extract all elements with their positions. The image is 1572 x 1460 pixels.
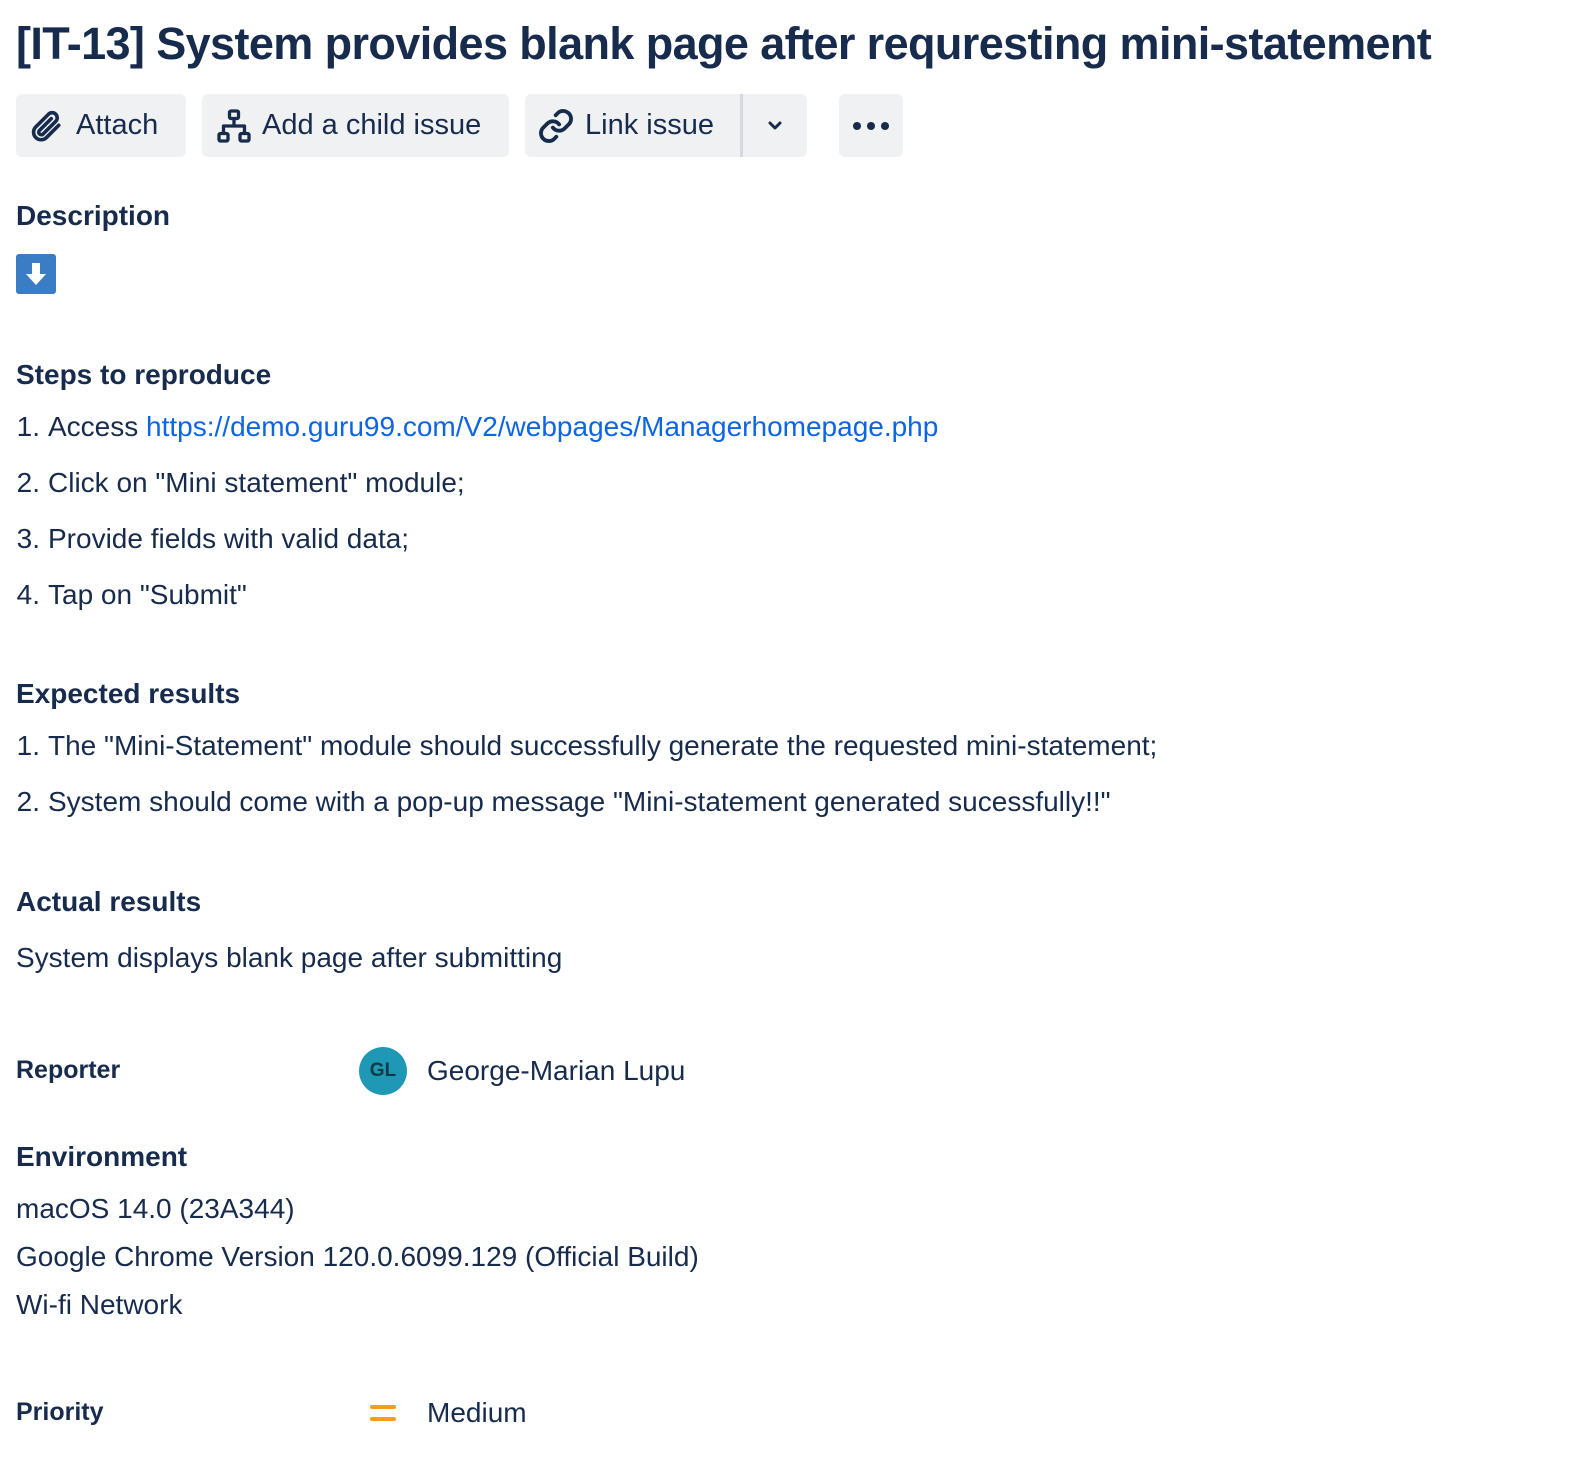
priority-value[interactable]: Medium bbox=[427, 1395, 527, 1431]
list-item-text: The "Mini-Statement" module should succe… bbox=[48, 730, 1158, 761]
list-item-text: System should come with a pop-up message… bbox=[48, 786, 1111, 817]
link-issue-dropdown-button[interactable] bbox=[743, 94, 807, 157]
list-number: 1. bbox=[16, 411, 40, 442]
list-number: 3. bbox=[16, 523, 40, 554]
list-number: 1. bbox=[16, 730, 40, 761]
more-icon bbox=[851, 120, 891, 132]
actual-results-heading: Actual results bbox=[16, 886, 202, 917]
chevron-down-icon bbox=[765, 119, 785, 133]
list-item-text: Tap on "Submit" bbox=[48, 579, 247, 610]
environment-line: macOS 14.0 (23A344) bbox=[16, 1193, 295, 1224]
add-child-issue-label: Add a child issue bbox=[262, 109, 482, 141]
steps-heading: Steps to reproduce bbox=[16, 359, 272, 390]
environment-line: Google Chrome Version 120.0.6099.129 (Of… bbox=[16, 1241, 699, 1272]
hierarchy-icon bbox=[216, 107, 252, 145]
list-number: 2. bbox=[16, 467, 40, 498]
actual-results-text: System displays blank page after submitt… bbox=[16, 942, 563, 973]
attach-button[interactable]: Attach bbox=[16, 94, 186, 157]
list-item-text: Provide fields with valid data; bbox=[48, 523, 410, 554]
more-actions-button[interactable] bbox=[839, 94, 903, 157]
description-label: Description bbox=[16, 200, 171, 231]
environment-line: Wi-fi Network bbox=[16, 1289, 183, 1320]
list-number: 4. bbox=[16, 579, 40, 610]
expected-results-heading: Expected results bbox=[16, 678, 241, 709]
link-issue-button[interactable]: Link issue bbox=[525, 94, 741, 157]
paperclip-icon bbox=[28, 107, 64, 145]
manager-homepage-link[interactable]: https://demo.guru99.com/V2/webpages/Mana… bbox=[146, 411, 938, 442]
list-number: 2. bbox=[16, 786, 40, 817]
attach-label: Attach bbox=[76, 109, 159, 141]
reporter-label: Reporter bbox=[16, 1056, 121, 1084]
environment-heading: Environment bbox=[16, 1141, 188, 1172]
download-icon[interactable] bbox=[16, 254, 56, 294]
avatar[interactable]: GL bbox=[359, 1047, 407, 1095]
issue-title[interactable]: [IT-13] System provides blank page after… bbox=[16, 14, 1432, 74]
priority-medium-icon bbox=[370, 1403, 396, 1423]
link-issue-label: Link issue bbox=[585, 109, 714, 141]
priority-label: Priority bbox=[16, 1398, 104, 1426]
reporter-name[interactable]: George-Marian Lupu bbox=[427, 1053, 685, 1089]
list-item-text: Click on "Mini statement" module; bbox=[48, 467, 465, 498]
add-child-issue-button[interactable]: Add a child issue bbox=[202, 94, 509, 157]
link-icon bbox=[537, 107, 575, 145]
list-item-text: Access bbox=[48, 411, 147, 442]
